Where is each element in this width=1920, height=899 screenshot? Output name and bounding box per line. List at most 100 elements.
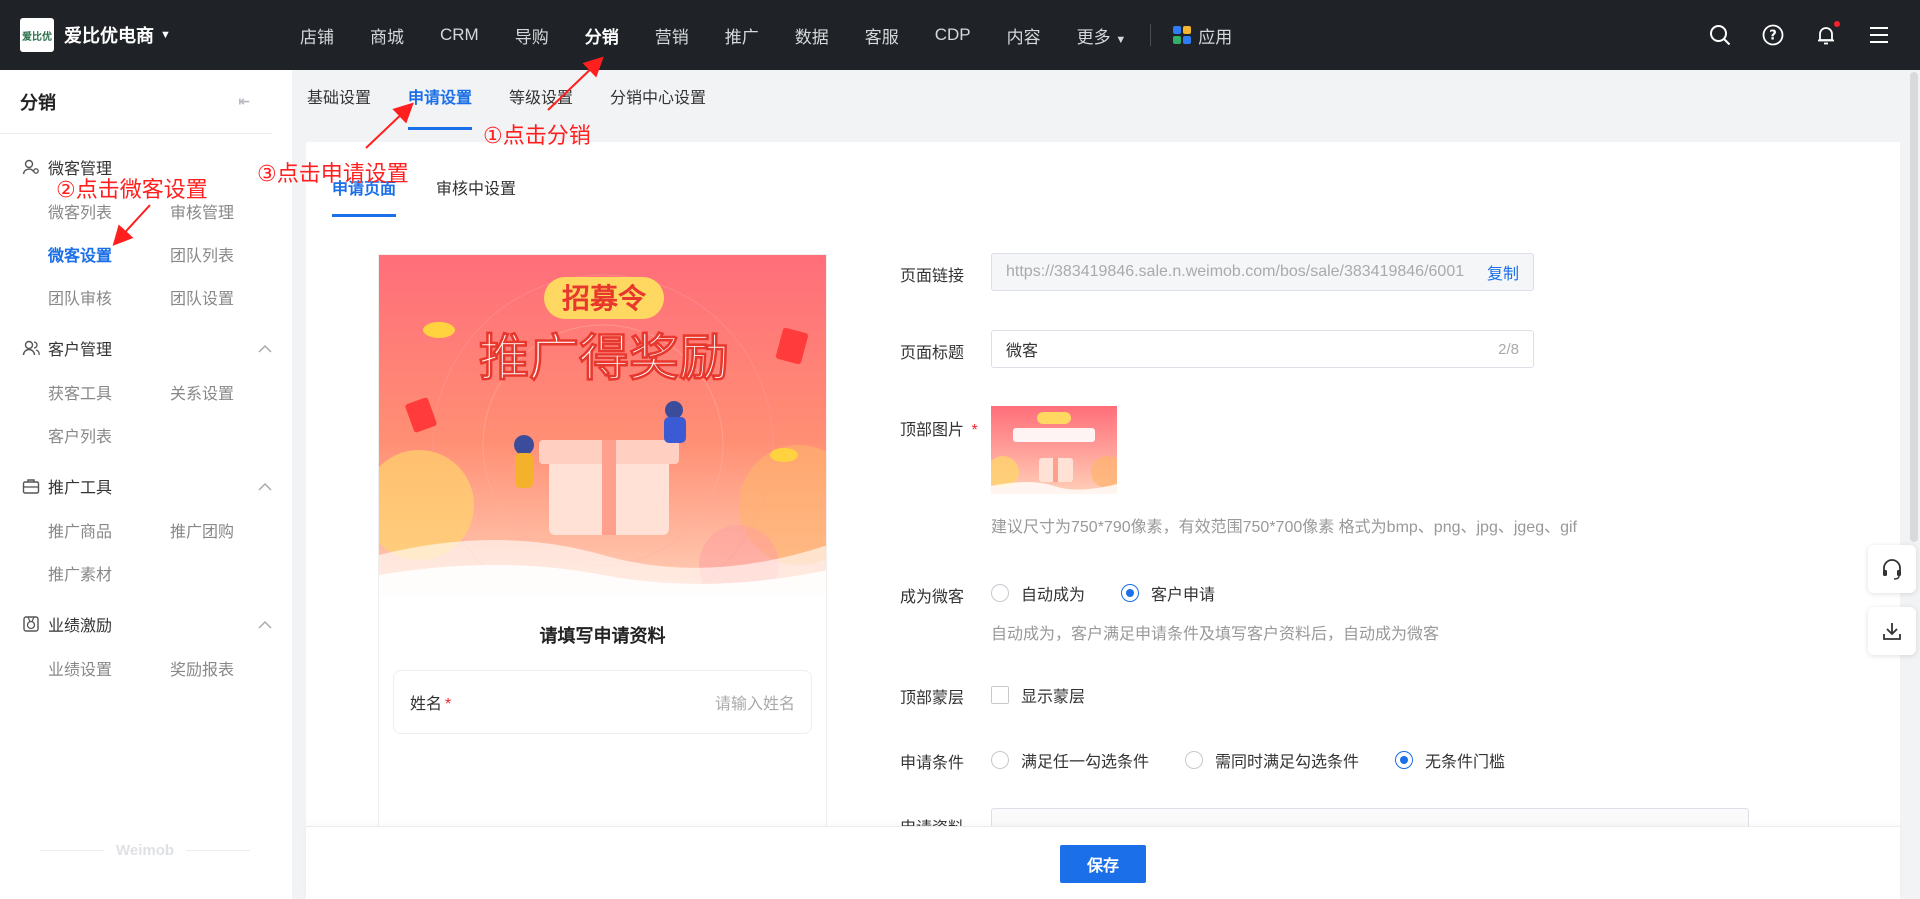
bell-icon[interactable] — [1814, 21, 1840, 47]
sidebar-item-acquire-tools[interactable]: 获客工具 — [48, 373, 170, 416]
topnav-item-cdp[interactable]: CDP — [935, 25, 971, 45]
topnav-item-mall[interactable]: 商城 — [370, 23, 404, 48]
caret-down-icon: ▼ — [1115, 33, 1127, 46]
notification-dot — [1834, 21, 1840, 27]
topnav-item-more[interactable]: 更多 ▼ — [1077, 23, 1127, 48]
sidebar-item-performance-settings[interactable]: 业绩设置 — [48, 649, 170, 692]
preview-name-label-wrap: 姓名 * — [410, 690, 451, 714]
annotation-step-3: ③点击申请设置 — [257, 161, 409, 186]
topnav-item-store[interactable]: 店铺 — [300, 23, 334, 48]
topnav-item-promotion[interactable]: 推广 — [725, 23, 759, 48]
top-image-thumbnail[interactable] — [991, 406, 1117, 494]
caret-down-icon: ▼ — [160, 29, 171, 41]
group-header-performance[interactable]: 业绩激励 — [22, 611, 272, 637]
radio-circle-checked — [1121, 584, 1140, 602]
radio-customer-apply[interactable]: 客户申请 — [1121, 581, 1215, 605]
sidebar-item-team-settings[interactable]: 团队设置 — [170, 278, 292, 321]
page-title-value: 微客 — [1006, 343, 1039, 360]
users-icon — [22, 339, 40, 357]
page-scrollbar[interactable] — [1910, 72, 1918, 542]
page-title-input[interactable]: 微客 2/8 — [991, 330, 1534, 368]
apps-menu[interactable]: 应用 — [1173, 23, 1232, 48]
topnav-item-content[interactable]: 内容 — [1007, 23, 1041, 48]
group-title: 客户管理 — [48, 342, 113, 359]
radio-label: 客户申请 — [1151, 587, 1216, 604]
brand-switcher[interactable]: 爱比优 爱比优电商 ▼ — [0, 18, 300, 52]
radio-label: 满足任一勾选条件 — [1021, 754, 1150, 771]
radio-any-condition[interactable]: 满足任一勾选条件 — [991, 748, 1149, 772]
topnav-item-guide[interactable]: 导购 — [515, 23, 549, 48]
save-button[interactable]: 保存 — [1060, 845, 1146, 883]
sidebar-item-team-list[interactable]: 团队列表 — [170, 235, 292, 278]
group-items: 获客工具 关系设置 客户列表 — [22, 373, 292, 459]
sidebar-item-weike-settings[interactable]: 微客设置 — [48, 235, 170, 278]
radio-no-threshold[interactable]: 无条件门槛 — [1395, 748, 1505, 772]
group-items: 业绩设置 奖励报表 — [22, 649, 292, 692]
annotation-step-2: ②点击微客设置 — [56, 177, 208, 202]
group-items: 微客列表 审核管理 微客设置 团队列表 团队审核 团队设置 — [22, 192, 292, 321]
group-header-customer[interactable]: 客户管理 — [22, 335, 272, 361]
sidebar-item-promo-groupbuy[interactable]: 推广团购 — [170, 511, 292, 554]
sidebar-group-performance: 业绩激励 业绩设置 奖励报表 — [0, 611, 292, 692]
radio-circle-checked — [1395, 751, 1414, 769]
apply-condition-options: 满足任一勾选条件 需同时满足勾选条件 无条件门槛 — [991, 748, 1541, 772]
divider — [186, 850, 250, 851]
headset-icon[interactable] — [1868, 545, 1916, 593]
search-icon[interactable] — [1708, 23, 1732, 47]
sidebar-item-reward-report[interactable]: 奖励报表 — [170, 649, 292, 692]
top-mask-option: 显示蒙层 — [991, 683, 1121, 707]
tab-review-settings[interactable]: 审核中设置 — [436, 175, 516, 217]
topnav-item-service[interactable]: 客服 — [865, 23, 899, 48]
divider — [40, 850, 104, 851]
topnav-item-data[interactable]: 数据 — [795, 23, 829, 48]
sidebar-item-promo-materials[interactable]: 推广素材 — [48, 554, 170, 597]
page-link-field[interactable]: https://383419846.sale.n.weimob.com/bos/… — [991, 253, 1534, 291]
group-items: 推广商品 推广团购 推广素材 — [22, 511, 292, 597]
sidebar-item-customer-list[interactable]: 客户列表 — [48, 416, 170, 459]
collapse-sidebar-icon[interactable]: ⇤ — [238, 93, 250, 110]
top-navbar: 爱比优 爱比优电商 ▼ 店铺 商城 CRM 导购 分销 营销 推广 数据 客服 … — [0, 0, 1920, 70]
download-icon[interactable] — [1868, 607, 1916, 655]
tab-apply-settings[interactable]: 申请设置 — [408, 70, 473, 130]
sidebar-item-team-review[interactable]: 团队审核 — [48, 278, 170, 321]
apply-condition-label: 申请条件 — [900, 755, 965, 772]
chevron-up-icon[interactable] — [258, 479, 272, 497]
sidebar-item-relation-settings[interactable]: 关系设置 — [170, 373, 292, 416]
radio-all-conditions[interactable]: 需同时满足勾选条件 — [1185, 748, 1359, 772]
radio-auto-become[interactable]: 自动成为 — [991, 581, 1085, 605]
group-header-promo-tools[interactable]: 推广工具 — [22, 473, 272, 499]
required-mark: * — [967, 422, 978, 439]
tab-basic-settings[interactable]: 基础设置 — [307, 70, 371, 126]
become-weike-label: 成为微客 — [900, 589, 965, 606]
apps-grid-icon — [1173, 26, 1192, 44]
top-nav-menu: 店铺 商城 CRM 导购 分销 营销 推广 数据 客服 CDP 内容 更多 ▼ … — [300, 0, 1232, 70]
sidebar-item-promo-products[interactable]: 推广商品 — [48, 511, 170, 554]
annotation-step-1: ①点击分销 — [483, 123, 591, 148]
tab-center-settings[interactable]: 分销中心设置 — [610, 70, 706, 126]
become-weike-options: 自动成为 客户申请 — [991, 581, 1251, 605]
group-title: 业绩激励 — [48, 618, 113, 635]
weimob-mark: Weimob — [115, 842, 175, 859]
checkbox-box — [991, 686, 1009, 704]
topnav-item-marketing[interactable]: 营销 — [655, 23, 689, 48]
svg-text:?: ? — [1769, 29, 1777, 44]
recruit-banner: 招募令 推广得奖励 — [379, 255, 826, 616]
brand-logo: 爱比优 — [20, 18, 54, 52]
help-icon[interactable]: ? — [1761, 23, 1785, 47]
topnav-item-distribution[interactable]: 分销 — [585, 23, 619, 48]
chevron-up-icon[interactable] — [258, 617, 272, 635]
page-title-label: 页面标题 — [900, 345, 965, 362]
copy-link-button[interactable]: 复制 — [1487, 260, 1519, 284]
top-icons: ? — [1708, 0, 1920, 70]
menu-icon[interactable] — [1867, 23, 1891, 47]
group-title: 推广工具 — [48, 480, 113, 497]
image-size-hint: 建议尺寸为750*790像素，有效范围750*700像素 格式为bmp、png、… — [991, 519, 1578, 536]
sidebar-header: 分销 ⇤ — [0, 70, 272, 134]
medal-icon — [22, 615, 40, 633]
topnav-item-crm[interactable]: CRM — [440, 25, 479, 45]
checkbox-label: 显示蒙层 — [1021, 689, 1086, 706]
mobile-preview: 招募令 推广得奖励 请填写申请资料 姓名 * 请输入姓名 — [378, 254, 827, 834]
chevron-up-icon[interactable] — [258, 341, 272, 359]
top-image-label: 顶部图片 — [900, 422, 965, 439]
show-mask-checkbox[interactable]: 显示蒙层 — [991, 683, 1085, 707]
